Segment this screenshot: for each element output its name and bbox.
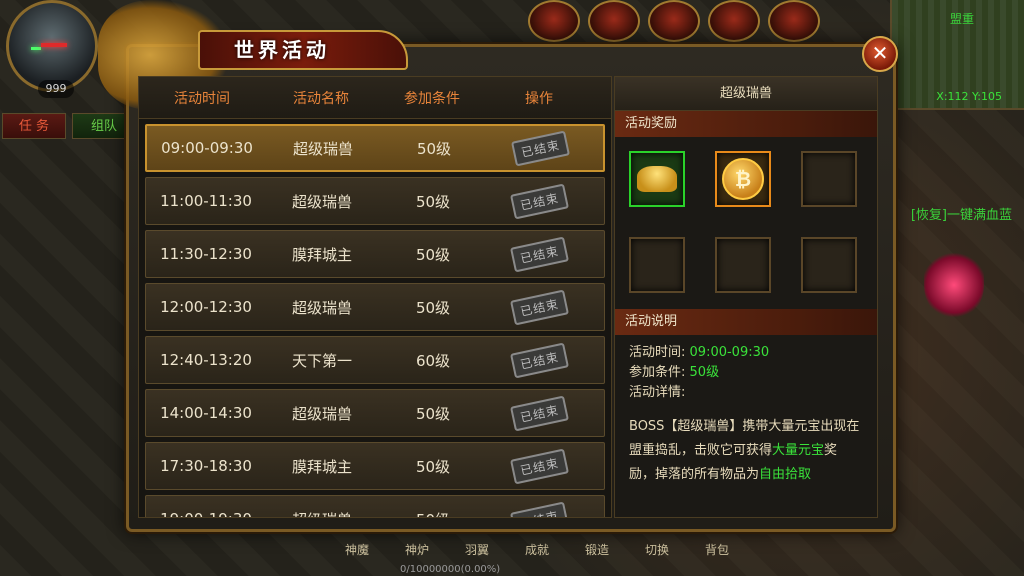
avatar-glow: [31, 47, 41, 50]
desc-highlight-2: 自由拾取: [759, 467, 812, 482]
ended-stamp: 已结束: [510, 501, 570, 517]
reward-section-header: 活动奖励: [615, 111, 877, 137]
info-cond-line: 参加条件: 50级: [629, 363, 863, 383]
detail-label: 活动详情:: [629, 385, 686, 400]
crystal-effect: [924, 250, 984, 320]
row-time: 14:00-14:30: [160, 404, 252, 422]
ended-stamp: 已结束: [510, 183, 570, 219]
treasure-chest-icon[interactable]: [648, 0, 700, 42]
ended-stamp: 已结束: [510, 342, 570, 378]
info-time-line: 活动时间: 09:00-09:30: [629, 343, 863, 363]
row-name: 天下第一: [291, 351, 352, 370]
top-activity-icons: [528, 0, 820, 42]
player-avatar[interactable]: [6, 0, 98, 92]
row-condition: 50级: [415, 457, 451, 476]
coin-shop-icon[interactable]: [768, 0, 820, 42]
bottom-btn-forge[interactable]: 锻造: [570, 541, 624, 576]
window-title: 世界活动: [198, 30, 408, 70]
close-button[interactable]: ✕: [862, 36, 898, 72]
header-condition: 参加条件: [404, 90, 460, 107]
activity-table[interactable]: 活动时间 活动名称 参加条件 操作 09:00-09:30 超级瑞兽 50级 已…: [138, 76, 612, 518]
reward-slot-empty[interactable]: [715, 237, 771, 293]
time-value: 09:00-09:30: [689, 345, 770, 360]
lantern-icon[interactable]: [708, 0, 760, 42]
row-time: 11:30-12:30: [160, 245, 252, 263]
row-condition: 50级: [416, 139, 452, 158]
avatar-eye: [41, 43, 67, 47]
player-level: 999: [38, 80, 74, 98]
reward-slot-empty[interactable]: [801, 151, 857, 207]
row-name: 超级瑞兽: [292, 139, 353, 158]
close-icon: ✕: [871, 41, 889, 65]
header-name: 活动名称: [293, 90, 349, 107]
ended-stamp: 已结束: [510, 289, 570, 325]
table-row[interactable]: 12:00-12:30 超级瑞兽 50级 已结束: [145, 283, 605, 331]
exp-text: 0/10000000(0.00%): [400, 564, 501, 575]
row-condition: 50级: [378, 509, 488, 518]
cond-value: 50级: [689, 365, 720, 380]
gold-ingot-icon: [637, 166, 677, 192]
desc-highlight-1: 大量元宝: [772, 443, 825, 458]
reward-slot-empty[interactable]: [801, 237, 857, 293]
row-name: 超级瑞兽: [266, 509, 378, 518]
reward-slot-empty[interactable]: [629, 237, 685, 293]
coin-icon: ₿: [722, 158, 764, 200]
table-row[interactable]: 14:00-14:30 超级瑞兽 50级 已结束: [145, 389, 605, 437]
table-row[interactable]: 09:00-09:30 超级瑞兽 50级 已结束: [145, 124, 605, 172]
header-time: 活动时间: [174, 90, 230, 107]
cond-label: 参加条件:: [629, 365, 686, 380]
bottom-btn-achievement[interactable]: 成就: [510, 541, 564, 576]
coordinates: X:112 Y:105: [936, 90, 1002, 103]
time-label: 活动时间:: [629, 345, 686, 360]
row-time: 09:00-09:30: [161, 139, 253, 157]
table-row[interactable]: 11:30-12:30 膜拜城主 50级 已结束: [145, 230, 605, 278]
table-row[interactable]: 12:40-13:20 天下第一 60级 已结束: [145, 336, 605, 384]
header-action: 操作: [525, 90, 553, 107]
reward-slot[interactable]: ₿: [715, 151, 771, 207]
restore-link[interactable]: [恢复]一键满血蓝: [911, 204, 1012, 223]
row-time: 12:40-13:20: [160, 351, 252, 369]
bag-icon[interactable]: [528, 0, 580, 42]
activity-info: 活动时间: 09:00-09:30 参加条件: 50级 活动详情:: [615, 335, 877, 411]
ended-stamp: 已结束: [511, 130, 571, 166]
info-section-header: 活动说明: [615, 309, 877, 335]
ended-stamp: 已结束: [510, 236, 570, 272]
row-name: 膜拜城主: [291, 457, 352, 476]
row-name: 膜拜城主: [291, 245, 352, 264]
table-row[interactable]: 11:00-11:30 超级瑞兽 50级 已结束: [145, 177, 605, 225]
table-row[interactable]: 19:00-19:30 超级瑞兽 50级 已结束: [145, 495, 605, 518]
task-tab[interactable]: 任 务: [2, 113, 66, 139]
reward-slot[interactable]: [629, 151, 685, 207]
row-condition: 60级: [415, 351, 451, 370]
reward-grid: ₿: [615, 137, 877, 309]
bottom-btn-bag[interactable]: 背包: [690, 541, 744, 576]
row-name: 超级瑞兽: [291, 404, 352, 423]
activity-detail-panel: 超级瑞兽 活动奖励 ₿ 活动说明 活动时间: 09:00-09:30 参加条件:…: [614, 76, 878, 518]
row-condition: 50级: [415, 404, 451, 423]
bottom-btn-switch[interactable]: 切换: [630, 541, 684, 576]
table-row[interactable]: 17:30-18:30 膜拜城主 50级 已结束: [145, 442, 605, 490]
bottom-btn-shenmo[interactable]: 神魔: [330, 541, 384, 576]
row-name: 超级瑞兽: [291, 192, 352, 211]
ended-stamp: 已结束: [510, 448, 570, 484]
table-header: 活动时间 活动名称 参加条件 操作: [139, 77, 611, 119]
row-time: 19:00-19:30: [146, 510, 266, 517]
row-condition: 50级: [415, 298, 451, 317]
ended-stamp: 已结束: [510, 395, 570, 431]
row-condition: 50级: [415, 245, 451, 264]
row-time: 12:00-12:30: [160, 298, 252, 316]
row-name: 超级瑞兽: [291, 298, 352, 317]
gift-icon[interactable]: [588, 0, 640, 42]
row-time: 17:30-18:30: [160, 457, 252, 475]
row-condition: 50级: [415, 192, 451, 211]
minimap-name: 盟重: [949, 12, 974, 26]
activity-description: BOSS【超级瑞兽】携带大量元宝出现在盟重捣乱，击败它可获得大量元宝奖励，掉落的…: [615, 411, 877, 491]
detail-title: 超级瑞兽: [615, 77, 877, 111]
row-time: 11:00-11:30: [160, 192, 252, 210]
